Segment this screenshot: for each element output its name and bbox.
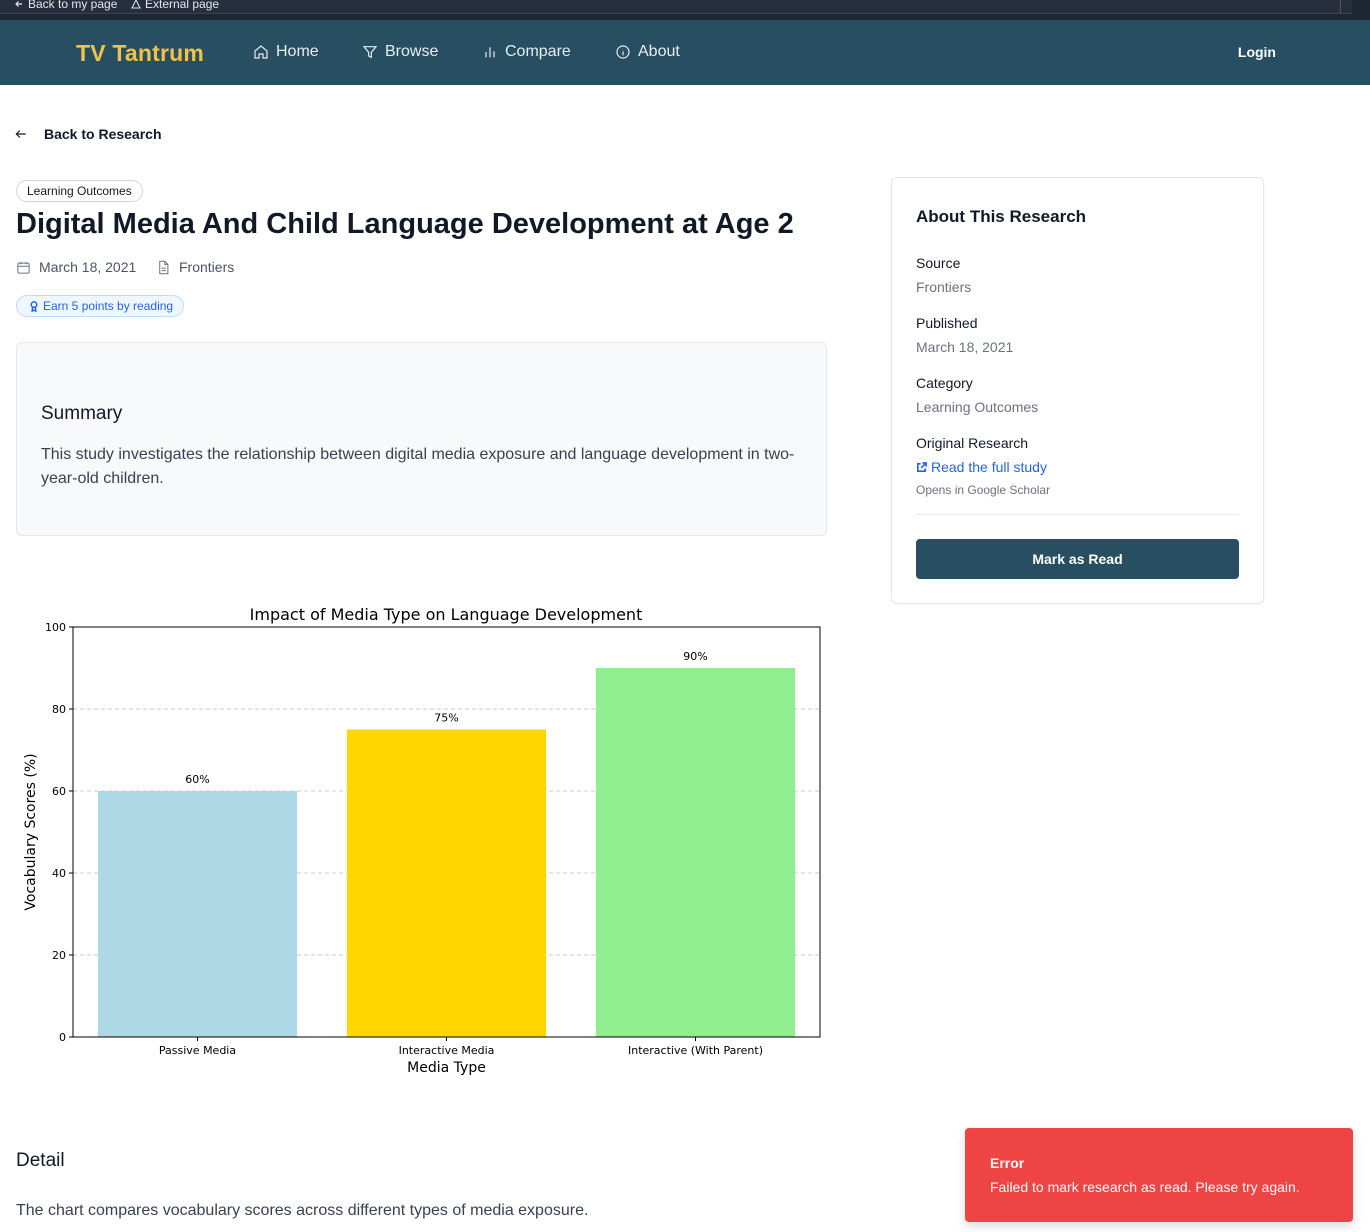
chart-bar bbox=[346, 729, 547, 1037]
home-icon bbox=[254, 45, 268, 59]
article-source-value: Frontiers bbox=[179, 259, 235, 275]
nav-item-browse[interactable]: Browse bbox=[362, 43, 438, 61]
earn-points-badge: Earn 5 points by reading bbox=[16, 295, 185, 317]
chart-bar bbox=[97, 791, 298, 1037]
detail-heading: Detail bbox=[16, 1150, 65, 1171]
chart-x-axis-label: Media Type bbox=[407, 1060, 486, 1076]
error-toast[interactable]: Error Failed to mark research as read. P… bbox=[965, 1128, 1353, 1222]
site-logo[interactable]: TV Tantrum bbox=[76, 40, 204, 67]
back-to-my-page-label: Back to my page bbox=[28, 0, 118, 11]
calendar-icon bbox=[17, 261, 30, 274]
read-full-study-link[interactable]: Read the full study bbox=[916, 459, 1047, 475]
nav-item-compare[interactable]: Compare bbox=[482, 43, 571, 61]
about-research-heading: About This Research bbox=[916, 207, 1087, 226]
published-value: March 18, 2021 bbox=[916, 339, 1014, 355]
bar-chart-icon bbox=[485, 47, 495, 58]
category-badge: Learning Outcomes bbox=[16, 180, 143, 202]
chart-x-tick-label: Interactive Media bbox=[399, 1044, 495, 1057]
nav-item-about-label: About bbox=[638, 43, 680, 60]
browser-bar: Back to my page External page bbox=[0, 0, 1370, 20]
source-value: Frontiers bbox=[916, 279, 972, 295]
back-to-research-label: Back to Research bbox=[44, 126, 162, 142]
filter-icon bbox=[362, 46, 378, 59]
category-value: Learning Outcomes bbox=[916, 399, 1039, 415]
back-to-my-page-link[interactable]: Back to my page bbox=[14, 0, 117, 11]
chart-title: Impact of Media Type on Language Develop… bbox=[250, 605, 643, 624]
link-hint: Opens in Google Scholar bbox=[916, 483, 1051, 497]
chart-data-label: 75% bbox=[434, 712, 458, 725]
chart-data-label: 90% bbox=[683, 650, 707, 663]
back-to-research-link[interactable]: Back to Research bbox=[14, 126, 162, 142]
error-toast-title: Error bbox=[990, 1155, 1025, 1171]
login-button[interactable]: Login bbox=[1238, 44, 1276, 60]
about-research-card: About This Research Source Frontiers Pub… bbox=[891, 177, 1264, 604]
earn-points-label: Earn 5 points by reading bbox=[43, 299, 174, 313]
chart-x-tick-label: Interactive (With Parent) bbox=[628, 1044, 763, 1057]
category-label: Category bbox=[916, 375, 973, 391]
source-label: Source bbox=[916, 255, 961, 271]
warning-icon bbox=[131, 0, 141, 9]
browser-bar-inner: Back to my page External page bbox=[0, 0, 1352, 14]
error-toast-message: Failed to mark research as read. Please … bbox=[990, 1179, 1300, 1195]
info-icon bbox=[616, 45, 630, 59]
chart-y-tick-label: 60 bbox=[52, 785, 66, 798]
arrow-left-icon bbox=[15, 130, 26, 138]
page-title: Digital Media And Child Language Develop… bbox=[16, 208, 794, 240]
article-date-value: March 18, 2021 bbox=[39, 259, 137, 275]
award-icon bbox=[30, 300, 38, 312]
nav-item-home-label: Home bbox=[276, 43, 319, 60]
nav-item-home[interactable]: Home bbox=[253, 43, 319, 61]
published-label: Published bbox=[916, 315, 978, 331]
chart-bar bbox=[595, 668, 796, 1037]
mark-as-read-button[interactable]: Mark as Read bbox=[916, 539, 1239, 579]
chart-data-label: 60% bbox=[185, 773, 209, 786]
original-research-label: Original Research bbox=[916, 435, 1029, 451]
nav-item-browse-label: Browse bbox=[385, 43, 439, 60]
summary-panel: Summary This study investigates the rela… bbox=[16, 342, 827, 536]
read-full-study-label: Read the full study bbox=[931, 459, 1047, 475]
browser-bar-edge bbox=[1340, 0, 1352, 14]
summary-text: This study investigates the relationship… bbox=[41, 446, 795, 487]
detail-text: The chart compares vocabulary scores acr… bbox=[16, 1202, 589, 1219]
media-type-bar-chart: Impact of Media Type on Language Develop… bbox=[23, 605, 821, 1076]
chart-y-tick-label: 40 bbox=[52, 867, 66, 880]
chart-x-tick-label: Passive Media bbox=[159, 1044, 236, 1057]
summary-heading: Summary bbox=[41, 403, 123, 424]
article-source: Frontiers bbox=[156, 259, 234, 275]
document-icon bbox=[159, 260, 169, 274]
chart-x-ticks: Passive Media Interactive Media Interactiv… bbox=[159, 1037, 763, 1057]
chart-y-tick-label: 20 bbox=[52, 949, 66, 962]
arrow-left-icon bbox=[15, 1, 22, 7]
external-link-icon bbox=[917, 461, 927, 472]
nav-item-compare-label: Compare bbox=[505, 43, 571, 60]
chart-y-tick-label: 80 bbox=[52, 703, 66, 716]
chart-y-tick-label: 100 bbox=[45, 621, 66, 634]
chart-y-axis-label: Vocabulary Scores (%) bbox=[23, 753, 39, 910]
external-page-indicator: External page bbox=[131, 0, 219, 11]
external-page-label: External page bbox=[145, 0, 220, 11]
chart-y-ticks: 0 20 40 60 80 100 bbox=[45, 621, 73, 1044]
card-divider bbox=[916, 514, 1239, 515]
article-date: March 18, 2021 bbox=[16, 259, 136, 275]
chart-y-tick-label: 0 bbox=[59, 1031, 66, 1044]
nav-item-about[interactable]: About bbox=[615, 43, 680, 61]
top-navigation: TV Tantrum Home Browse Compare About Log… bbox=[0, 20, 1370, 85]
